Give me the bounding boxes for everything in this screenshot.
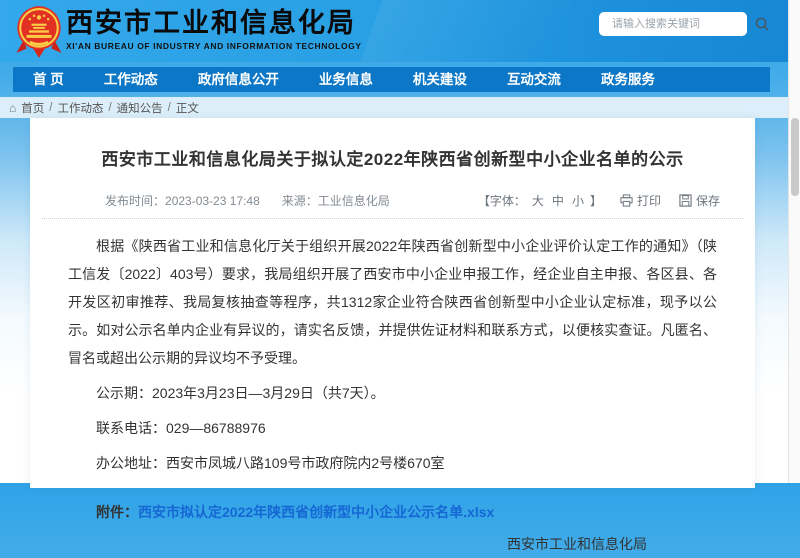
site-title: 西安市工业和信息化局 (66, 8, 362, 38)
article-paragraph-office-address: 办公地址：西安市凤城八路109号市政府院内2号楼670室 (68, 449, 717, 477)
publish-time-label: 发布时间： (105, 194, 165, 208)
article-meta-left: 发布时间：2023-03-23 17:48 来源：工业信息化局 (105, 192, 390, 209)
publish-time-value: 2023-03-23 17:48 (165, 194, 260, 208)
article-panel: 西安市工业和信息化局关于拟认定2022年陕西省创新型中小企业名单的公示 发布时间… (30, 118, 755, 488)
font-size-large-button[interactable]: 大 (532, 192, 544, 209)
article-signature: 西安市工业和信息化局 (68, 530, 717, 558)
scrollbar-thumb[interactable] (791, 118, 799, 196)
nav-item-business-info[interactable]: 业务信息 (319, 67, 373, 92)
national-emblem-logo (14, 4, 64, 62)
nav-item-gov-info[interactable]: 政府信息公开 (198, 67, 279, 92)
main-nav: 首 页 工作动态 政府信息公开 业务信息 机关建设 互动交流 政务服务 (13, 67, 770, 92)
page-scrollbar[interactable] (788, 0, 800, 483)
source-label: 来源： (282, 194, 318, 208)
breadcrumb: ⌂ 首页 / 工作动态 / 通知公告 / 正文 (0, 97, 788, 118)
printer-icon (620, 194, 633, 207)
breadcrumb-notices[interactable]: 通知公告 (117, 100, 163, 116)
breadcrumb-separator: / (108, 102, 111, 114)
article-body: 根据《陕西省工业和信息化厅关于组织开展2022年陕西省创新型中小企业评价认定工作… (30, 232, 755, 558)
nav-item-gov-services[interactable]: 政务服务 (601, 67, 655, 92)
font-size-medium-button[interactable]: 中 (552, 192, 564, 209)
floppy-disk-icon (679, 194, 692, 207)
source-value: 工业信息化局 (318, 194, 390, 208)
meta-divider (42, 218, 743, 219)
attachment-row: 附件：西安市拟认定2022年陕西省创新型中小企业公示名单.xlsx (68, 498, 717, 526)
breadcrumb-current: 正文 (176, 100, 199, 116)
nav-item-interaction[interactable]: 互动交流 (507, 67, 561, 92)
article-meta: 发布时间：2023-03-23 17:48 来源：工业信息化局 【字体： 大中小】 … (30, 192, 755, 208)
save-label: 保存 (696, 192, 720, 209)
breadcrumb-work-news[interactable]: 工作动态 (57, 100, 103, 116)
search-box[interactable] (599, 12, 747, 36)
print-button[interactable]: 打印 (620, 192, 661, 209)
breadcrumb-separator: / (49, 102, 52, 114)
site-header: 西安市工业和信息化局 XI'AN BUREAU OF INDUSTRY AND … (0, 0, 788, 62)
print-label: 打印 (637, 192, 661, 209)
nav-item-home[interactable]: 首 页 (33, 67, 64, 92)
breadcrumb-home[interactable]: 首页 (21, 100, 44, 116)
article-title: 西安市工业和信息化局关于拟认定2022年陕西省创新型中小企业名单的公示 (85, 148, 700, 172)
article-paragraph-publicity-period: 公示期：2023年3月23日—3月29日（共7天）。 (68, 379, 717, 407)
nav-item-org-building[interactable]: 机关建设 (413, 67, 467, 92)
site-branding: 西安市工业和信息化局 XI'AN BUREAU OF INDUSTRY AND … (66, 8, 362, 51)
search-icon[interactable] (754, 16, 770, 32)
attachment-link[interactable]: 西安市拟认定2022年陕西省创新型中小企业公示名单.xlsx (138, 504, 494, 520)
save-button[interactable]: 保存 (679, 192, 720, 209)
article-paragraph-contact-phone: 联系电话：029—86788976 (68, 414, 717, 442)
font-size-label-close: 】 (590, 192, 602, 209)
site-subtitle: XI'AN BUREAU OF INDUSTRY AND INFORMATION… (66, 41, 362, 51)
attachment-label: 附件： (96, 504, 138, 520)
article-paragraph-main: 根据《陕西省工业和信息化厅关于组织开展2022年陕西省创新型中小企业评价认定工作… (68, 232, 717, 372)
home-icon: ⌂ (9, 102, 16, 114)
search-input[interactable] (612, 18, 754, 30)
font-size-label-open: 【字体： (478, 192, 526, 209)
nav-item-work-news[interactable]: 工作动态 (104, 67, 158, 92)
article-meta-right: 【字体： 大中小】 打印 (478, 192, 720, 209)
font-size-small-button[interactable]: 小 (572, 192, 584, 209)
breadcrumb-separator: / (168, 102, 171, 114)
